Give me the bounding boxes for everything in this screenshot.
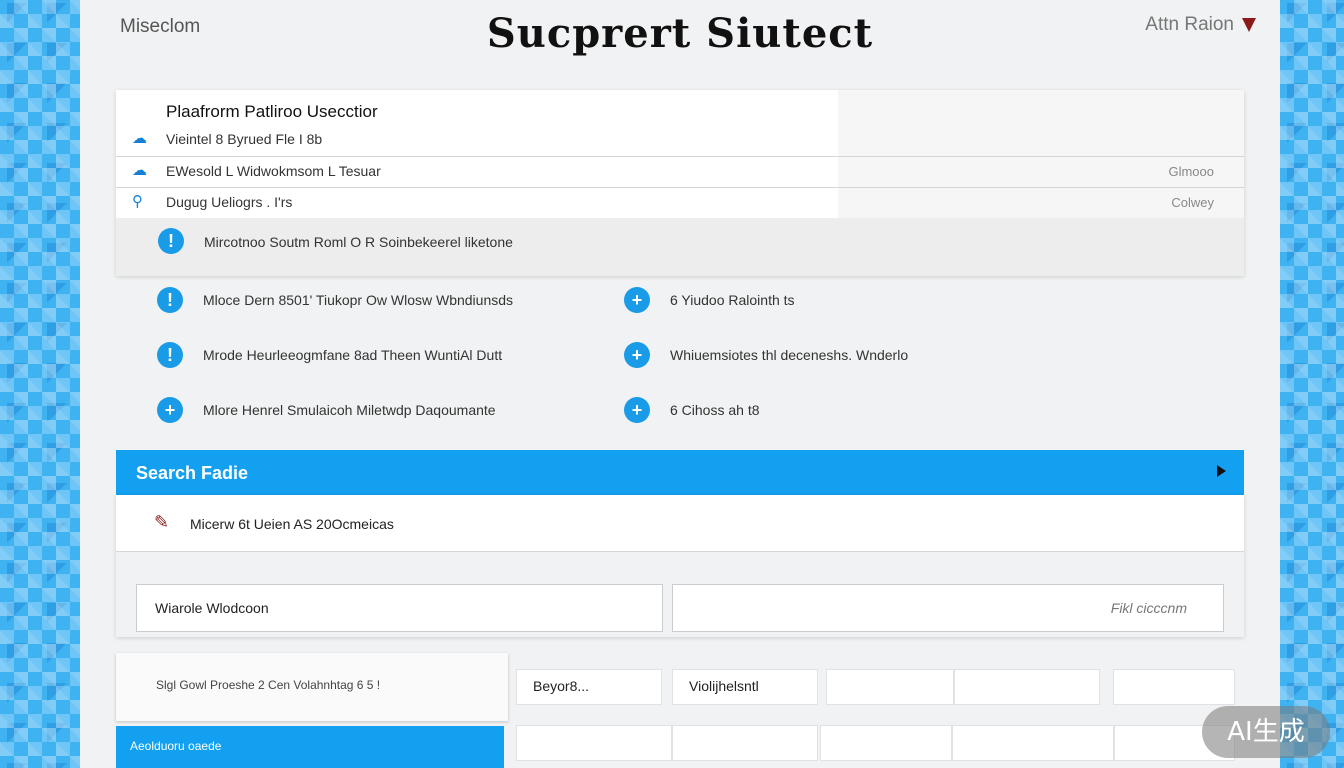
search-body: ✎ Micerw 6t Ueien AS 20Ocmeicas [116,495,1244,637]
bottom-left-bar[interactable]: Aeolduoru oaede [116,726,504,768]
dropdown-icon [1242,18,1256,32]
panel-row-action[interactable]: Colwey [1171,195,1214,210]
info-icon: ! [157,342,183,368]
search-input[interactable] [136,584,663,632]
pin-icon: ⚲ [132,193,143,210]
grid-cell[interactable] [952,725,1114,761]
bottom-left-bar-text: Aeolduoru oaede [130,739,222,753]
grid-cell[interactable] [820,725,952,761]
ai-generated-watermark: AI生成 [1202,706,1330,758]
add-icon: + [624,287,650,313]
panel-row-label: EWesold L Widwokmsom L Tesuar [166,163,381,179]
option-item[interactable]: ! Mrode Heurleeogmfane 8ad Theen WuntiAl… [157,342,502,368]
panel-row[interactable]: ☁ Vieintel 8 Byrued Fle I 8b [116,128,1244,150]
grid-cell[interactable]: Beyor8... [516,669,662,705]
panel-row-action[interactable]: Glmooo [1168,164,1214,179]
grid-cell[interactable] [954,669,1100,705]
panel-row-label: Dugug Ueliogrs . I'rs [166,194,293,210]
option-label: 6 Yiudoo Ralointh ts [670,292,795,308]
option-label: Whiuemsiotes thl deceneshs. Wnderlo [670,347,909,363]
search-result[interactable]: ✎ Micerw 6t Ueien AS 20Ocmeicas [116,495,1244,552]
divider [116,187,1244,188]
panel-row[interactable]: ⚲ Dugug Ueliogrs . I'rs Colwey [116,191,1244,213]
option-item[interactable]: ! Mloce Dern 8501' Tiukopr Ow Wlosw Wbnd… [157,287,513,313]
cloud-icon: ☁ [132,130,147,147]
account-name: Attn Raion [1145,14,1234,35]
add-icon: + [624,397,650,423]
account-menu[interactable]: Attn Raion [1145,14,1256,36]
add-icon: + [624,342,650,368]
app-window: Miseclom Sucprert Siutect Attn Raion Pla… [80,0,1280,768]
option-item[interactable]: + Whiuemsiotes thl deceneshs. Wnderlo [624,342,908,368]
platform-panel: Plaafrorm Patliroo Usecctior ☁ Vieintel … [116,90,1244,276]
option-label: Mrode Heurleeogmfane 8ad Theen WuntiAl D… [203,347,503,363]
info-icon: ! [157,287,183,313]
panel-footer: ! Mircotnoo Soutm Roml O R Soinbekeerel … [116,218,1244,276]
option-item[interactable]: + 6 Cihoss ah t8 [624,397,760,423]
divider [116,156,1244,157]
option-label: Mlore Henrel Smulaicoh Miletwdp Daqouman… [203,402,496,418]
search-filter-input[interactable] [672,584,1224,632]
expand-arrow-icon[interactable] [1217,465,1226,477]
option-item[interactable]: + 6 Yiudoo Ralointh ts [624,287,795,313]
search-result-text: Micerw 6t Ueien AS 20Ocmeicas [190,516,394,532]
panel-row[interactable]: ☁ EWesold L Widwokmsom L Tesuar Glmooo [116,160,1244,182]
grid-cell[interactable] [1113,669,1235,705]
option-label: Mloce Dern 8501' Tiukopr Ow Wlosw Wbndiu… [203,292,514,308]
result-badge-icon: ✎ [154,512,170,532]
search-header-label: Search Fadie [136,463,249,483]
grid-cell[interactable]: Violijhelsntl [672,669,818,705]
grid-cell[interactable] [672,725,818,761]
grid-cell[interactable] [516,725,672,761]
panel-footer-text: Mircotnoo Soutm Roml O R Soinbekeerel li… [204,234,513,250]
background-pattern-right [1280,0,1344,768]
option-label: 6 Cihoss ah t8 [670,402,760,418]
background-pattern-left [0,0,80,768]
bottom-left-text: Slgl Gowl Proeshe 2 Cen Volahnhtag 6 5 ! [156,678,381,692]
option-item[interactable]: + Mlore Henrel Smulaicoh Miletwdp Daqoum… [157,397,496,423]
grid-cell[interactable] [826,669,954,705]
search-header-bar[interactable]: Search Fadie [116,450,1244,495]
panel-title: Plaafrorm Patliroo Usecctior [166,102,378,121]
page-title: Sucprert Siutect [486,10,874,57]
info-icon: ! [158,228,184,254]
bottom-left-card[interactable]: Slgl Gowl Proeshe 2 Cen Volahnhtag 6 5 ! [116,653,508,721]
add-icon: + [157,397,183,423]
panel-row-label: Vieintel 8 Byrued Fle I 8b [166,131,323,147]
cloud-icon: ☁ [132,162,147,179]
